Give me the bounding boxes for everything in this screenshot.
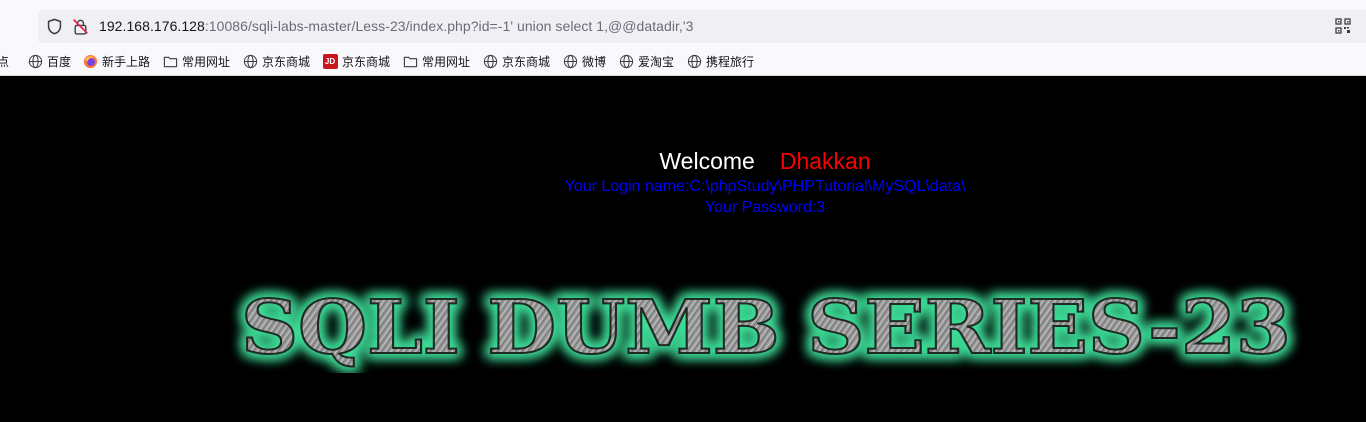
folder-icon — [402, 53, 418, 69]
welcome-text: Welcome — [659, 148, 755, 174]
url-host: 192.168.176.128 — [99, 18, 205, 34]
globe-icon — [618, 53, 634, 69]
sqli-dumb-series-banner: SQLI DUMB SERIES-23 SQLI DUMB SERIES-23 — [237, 281, 1295, 373]
globe-icon — [242, 53, 258, 69]
bookmark-label: 常用网址 — [422, 54, 471, 69]
url-text[interactable]: 192.168.176.128:10086/sqli-labs-master/L… — [99, 18, 693, 35]
bookmark-label: 京东商城 — [262, 54, 311, 69]
bookmark-item[interactable]: 常用网址 — [402, 52, 470, 70]
qr-code-icon[interactable] — [1335, 18, 1351, 34]
address-bar[interactable]: 192.168.176.128:10086/sqli-labs-master/L… — [38, 10, 1366, 43]
insecure-lock-icon[interactable] — [72, 18, 89, 35]
browser-chrome: 192.168.176.128:10086/sqli-labs-master/L… — [0, 0, 1366, 76]
password-text: Your Password:3 — [704, 199, 826, 216]
bookmark-item[interactable]: 京东商城 — [242, 52, 310, 70]
bookmark-item[interactable]: 爱淘宝 — [618, 52, 674, 70]
bookmark-item[interactable]: 京东商城 — [482, 52, 550, 70]
login-name-text: Your Login name:C:\phpStudy\PHPTutorial\… — [564, 178, 966, 195]
folder-icon — [162, 53, 178, 69]
bookmark-item[interactable]: JD 京东商城 — [322, 52, 390, 70]
bookmarks-toolbar: 点 百度 新手上路 常用网址 京东商城 JD 京东商城 常用网址 京东商城 微博… — [0, 49, 1366, 73]
bookmark-label: 京东商城 — [342, 54, 391, 69]
bookmark-item[interactable]: 百度 — [27, 52, 71, 70]
globe-icon — [562, 53, 578, 69]
firefox-icon — [82, 53, 98, 69]
bookmark-label: 微博 — [582, 54, 607, 69]
jd-badge: JD — [322, 53, 338, 69]
bookmark-label: 百度 — [47, 54, 72, 69]
welcome-line: Welcome Dhakkan — [0, 147, 1366, 175]
globe-icon — [27, 53, 43, 69]
bookmark-item[interactable]: 常用网址 — [162, 52, 230, 70]
url-path: :10086/sqli-labs-master/Less-23/index.ph… — [204, 18, 694, 34]
globe-icon — [686, 53, 702, 69]
banner-text: SQLI DUMB SERIES-23 — [241, 285, 1291, 371]
shield-icon[interactable] — [46, 18, 63, 35]
bookmark-label: 常用网址 — [182, 54, 231, 69]
bookmark-label: 爱淘宝 — [638, 54, 675, 69]
page-content: Welcome Dhakkan Your Login name:C:\phpStu… — [0, 77, 1366, 422]
bookmark-label: 点 — [0, 54, 10, 69]
bookmark-label: 新手上路 — [102, 54, 151, 69]
user-name: Dhakkan — [779, 148, 871, 174]
globe-icon — [482, 53, 498, 69]
bookmark-item[interactable]: 点 — [0, 52, 9, 70]
jd-icon: JD — [322, 53, 338, 69]
bookmark-item[interactable]: 新手上路 — [82, 52, 150, 70]
bookmark-item[interactable]: 微博 — [562, 52, 606, 70]
bookmark-label: 携程旅行 — [706, 54, 755, 69]
bookmark-item[interactable]: 携程旅行 — [686, 52, 754, 70]
bookmark-label: 京东商城 — [502, 54, 551, 69]
